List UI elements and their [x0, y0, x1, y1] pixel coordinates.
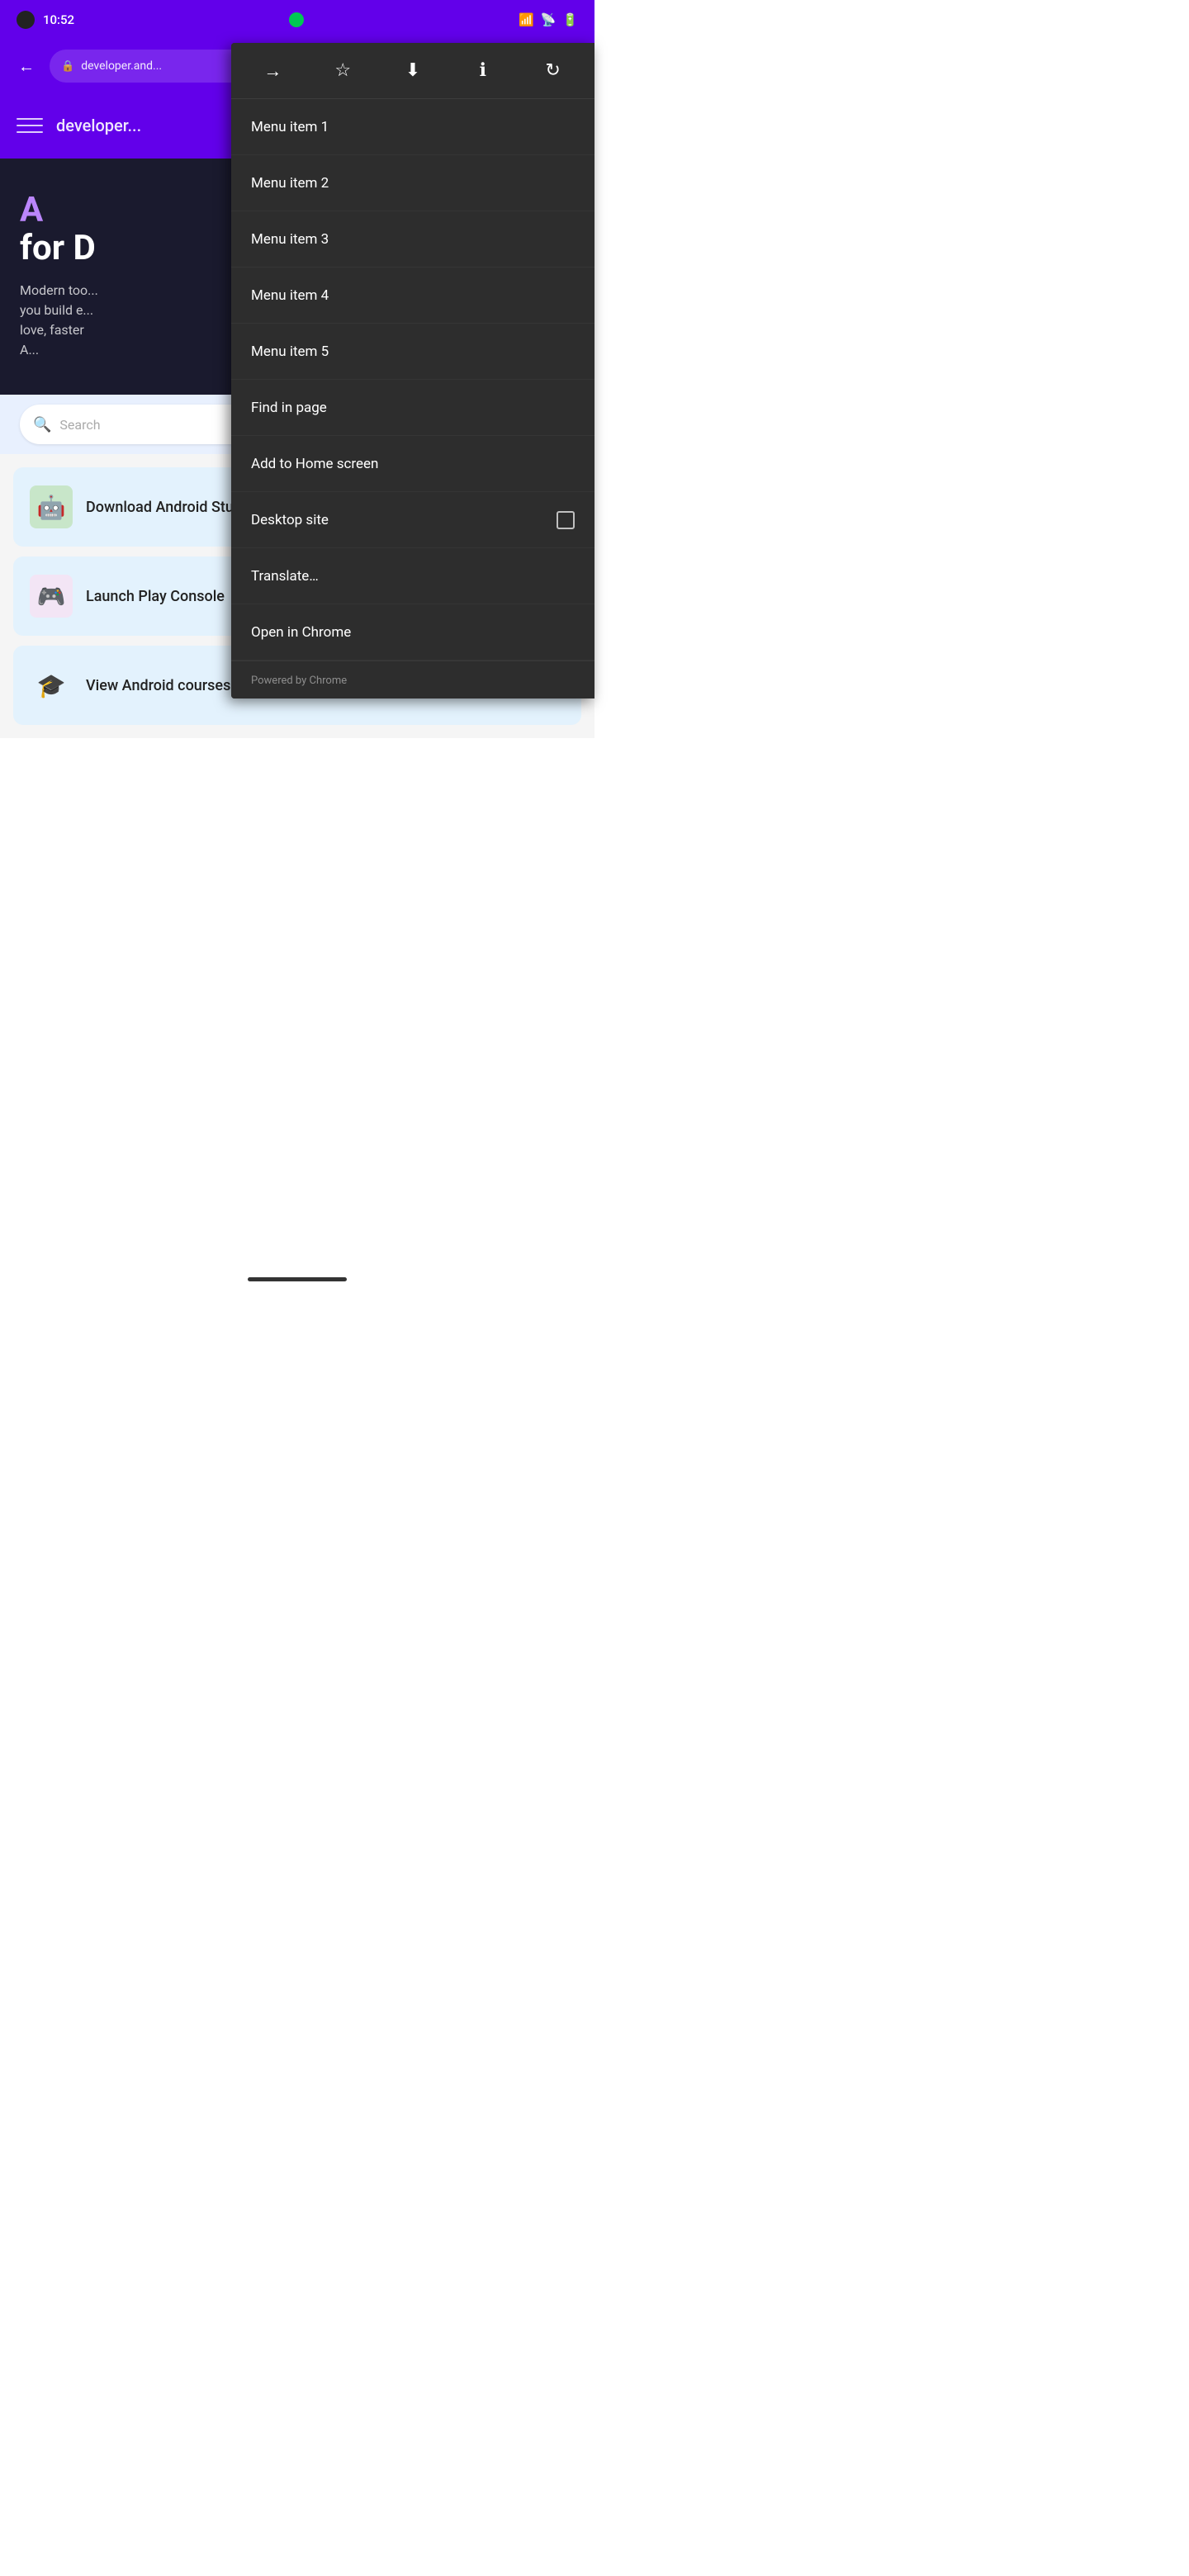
- download-icon: ⬇: [405, 60, 420, 81]
- menu-item-5[interactable]: Menu item 5: [231, 324, 594, 380]
- menu-item-4-label: Menu item 4: [251, 287, 329, 304]
- menu-download-button[interactable]: ⬇: [391, 50, 434, 92]
- menu-info-button[interactable]: ℹ: [462, 50, 504, 92]
- find-in-page-label: Find in page: [251, 400, 327, 416]
- menu-item-2[interactable]: Menu item 2: [231, 155, 594, 211]
- forward-icon: →: [263, 60, 282, 82]
- menu-refresh-button[interactable]: ↻: [532, 50, 575, 92]
- context-menu-overlay: → ☆ ⬇ ℹ ↻ Menu item 1 Menu item 2 Menu i…: [0, 0, 594, 1288]
- refresh-icon: ↻: [545, 60, 560, 81]
- menu-item-3[interactable]: Menu item 3: [231, 211, 594, 268]
- menu-toolbar: → ☆ ⬇ ℹ ↻: [231, 43, 594, 99]
- translate-item[interactable]: Translate…: [231, 548, 594, 604]
- menu-item-4[interactable]: Menu item 4: [231, 268, 594, 324]
- add-to-home-label: Add to Home screen: [251, 456, 378, 472]
- info-icon: ℹ: [480, 60, 486, 81]
- menu-item-3-label: Menu item 3: [251, 231, 329, 248]
- add-to-home-item[interactable]: Add to Home screen: [231, 436, 594, 492]
- find-in-page-item[interactable]: Find in page: [231, 380, 594, 436]
- menu-item-1-label: Menu item 1: [251, 119, 329, 135]
- desktop-site-checkbox[interactable]: [557, 511, 575, 529]
- menu-item-2-label: Menu item 2: [251, 175, 329, 192]
- translate-label: Translate…: [251, 568, 319, 585]
- menu-item-5-label: Menu item 5: [251, 343, 329, 360]
- menu-star-button[interactable]: ☆: [321, 50, 364, 92]
- menu-forward-button[interactable]: →: [251, 50, 294, 92]
- open-in-chrome-label: Open in Chrome: [251, 624, 351, 641]
- menu-footer-text: Powered by Chrome: [251, 675, 347, 687]
- star-icon: ☆: [334, 60, 351, 81]
- open-in-chrome-item[interactable]: Open in Chrome: [231, 604, 594, 661]
- menu-footer: Powered by Chrome: [231, 661, 594, 698]
- menu-item-1[interactable]: Menu item 1: [231, 99, 594, 155]
- desktop-site-label: Desktop site: [251, 512, 329, 528]
- desktop-site-item[interactable]: Desktop site: [231, 492, 594, 548]
- context-menu-panel: → ☆ ⬇ ℹ ↻ Menu item 1 Menu item 2 Menu i…: [231, 43, 594, 698]
